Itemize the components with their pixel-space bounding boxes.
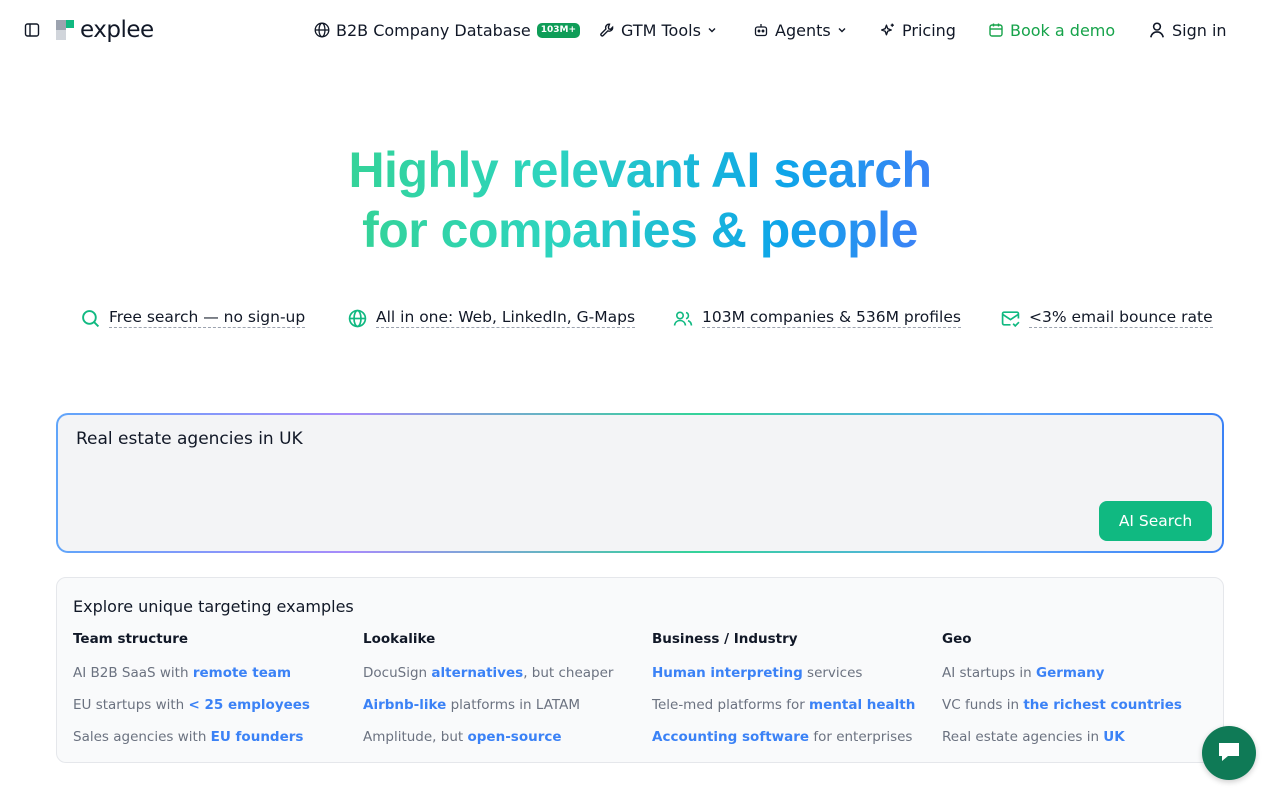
examples-column-heading: Team structure [73,631,189,647]
nav-agents[interactable]: Agents [753,16,848,44]
feature-label: Free search — no sign-up [109,308,306,328]
examples-column-heading: Business / Industry [652,631,798,647]
search-input[interactable]: Real estate agencies in UK [76,429,1076,489]
feature-label: All in one: Web, LinkedIn, G-Maps [376,308,636,328]
examples-title: Explore unique targeting examples [73,597,354,616]
example-item[interactable]: DocuSign alternatives, but cheaper [363,663,653,695]
feature-list: Free search — no sign-up All in one: Web… [0,308,1280,334]
nav-pricing[interactable]: Pricing [879,16,956,44]
examples-column-business-industry: Business / Industry Human interpreting s… [652,631,942,759]
chevron-down-icon [836,24,848,36]
ai-search-button[interactable]: AI Search [1099,501,1212,541]
top-header: explee B2B Company Database 103M+ GTM To… [0,0,1280,60]
calendar-icon [988,22,1004,38]
example-item[interactable]: Accounting software for enterprises [652,727,942,759]
search-box: Real estate agencies in UK AI Search [56,413,1224,553]
examples-column-heading: Lookalike [363,631,436,647]
nav-pricing-label: Pricing [902,20,956,40]
feature-label: <3% email bounce rate [1029,308,1213,328]
search-icon [81,309,100,328]
logo[interactable]: explee [56,16,154,44]
example-item[interactable]: Tele-med platforms for mental health [652,695,942,727]
sparkles-icon [879,22,896,39]
search-box-inner: Real estate agencies in UK AI Search [58,415,1222,551]
sidebar-toggle-icon[interactable] [22,20,42,40]
hero-title-part-a: Highly relevant [348,142,711,198]
hero-title-line2: for companies & people [362,202,918,258]
wrench-icon [599,22,615,38]
users-icon [673,309,693,328]
examples-column-heading: Geo [942,631,972,647]
nav-b2b-company-database[interactable]: B2B Company Database 103M+ [314,16,581,44]
hero-title: Highly relevant AI search for companies … [0,140,1280,260]
examples-column-lookalike: Lookalike DocuSign alternatives, but che… [363,631,653,759]
nav-agents-label: Agents [775,20,831,40]
example-item[interactable]: AI B2B SaaS with remote team [73,663,363,695]
chevron-down-icon [706,24,718,36]
user-icon [1148,21,1166,39]
nav-gtm-tools[interactable]: GTM Tools [599,16,718,44]
nav-book-demo[interactable]: Book a demo [988,16,1115,44]
logo-text: explee [80,17,154,43]
feature-database-size[interactable]: 103M companies & 536M profiles [673,308,961,328]
mail-check-icon [1001,309,1020,328]
feature-bounce-rate[interactable]: <3% email bounce rate [1001,308,1213,328]
nav-database-label: B2B Company Database [336,20,531,40]
examples-column-geo: Geo AI startups in Germany VC funds in t… [942,631,1232,759]
example-item[interactable]: EU startups with < 25 employees [73,695,363,727]
targeting-examples-panel: Explore unique targeting examples Team s… [56,577,1224,763]
example-item[interactable]: Sales agencies with EU founders [73,727,363,759]
example-item[interactable]: AI startups in Germany [942,663,1232,695]
nav-gtm-label: GTM Tools [621,20,701,40]
nav-sign-in[interactable]: Sign in [1148,16,1227,44]
globe-icon [314,22,330,38]
feature-all-in-one[interactable]: All in one: Web, LinkedIn, G-Maps [348,308,636,328]
nav-signin-label: Sign in [1172,20,1227,40]
hero-title-part-b: AI search [710,142,932,198]
feature-free-search[interactable]: Free search — no sign-up [81,308,306,328]
example-item[interactable]: Airbnb-like platforms in LATAM [363,695,653,727]
example-item[interactable]: Real estate agencies in UK [942,727,1232,759]
example-item[interactable]: Human interpreting services [652,663,942,695]
globe-icon [348,309,367,328]
chat-bubble-icon [1215,737,1243,769]
feature-label: 103M companies & 536M profiles [702,308,961,328]
logo-mark-icon [56,20,76,40]
hero-title-line1: Highly relevant AI search [348,140,931,200]
example-item[interactable]: VC funds in the richest countries [942,695,1232,727]
examples-column-team-structure: Team structure AI B2B SaaS with remote t… [73,631,363,759]
bot-icon [753,22,769,38]
database-count-badge: 103M+ [536,22,581,38]
nav-demo-label: Book a demo [1010,20,1116,40]
chat-widget-button[interactable] [1202,726,1256,780]
example-item[interactable]: Amplitude, but open-source [363,727,653,759]
